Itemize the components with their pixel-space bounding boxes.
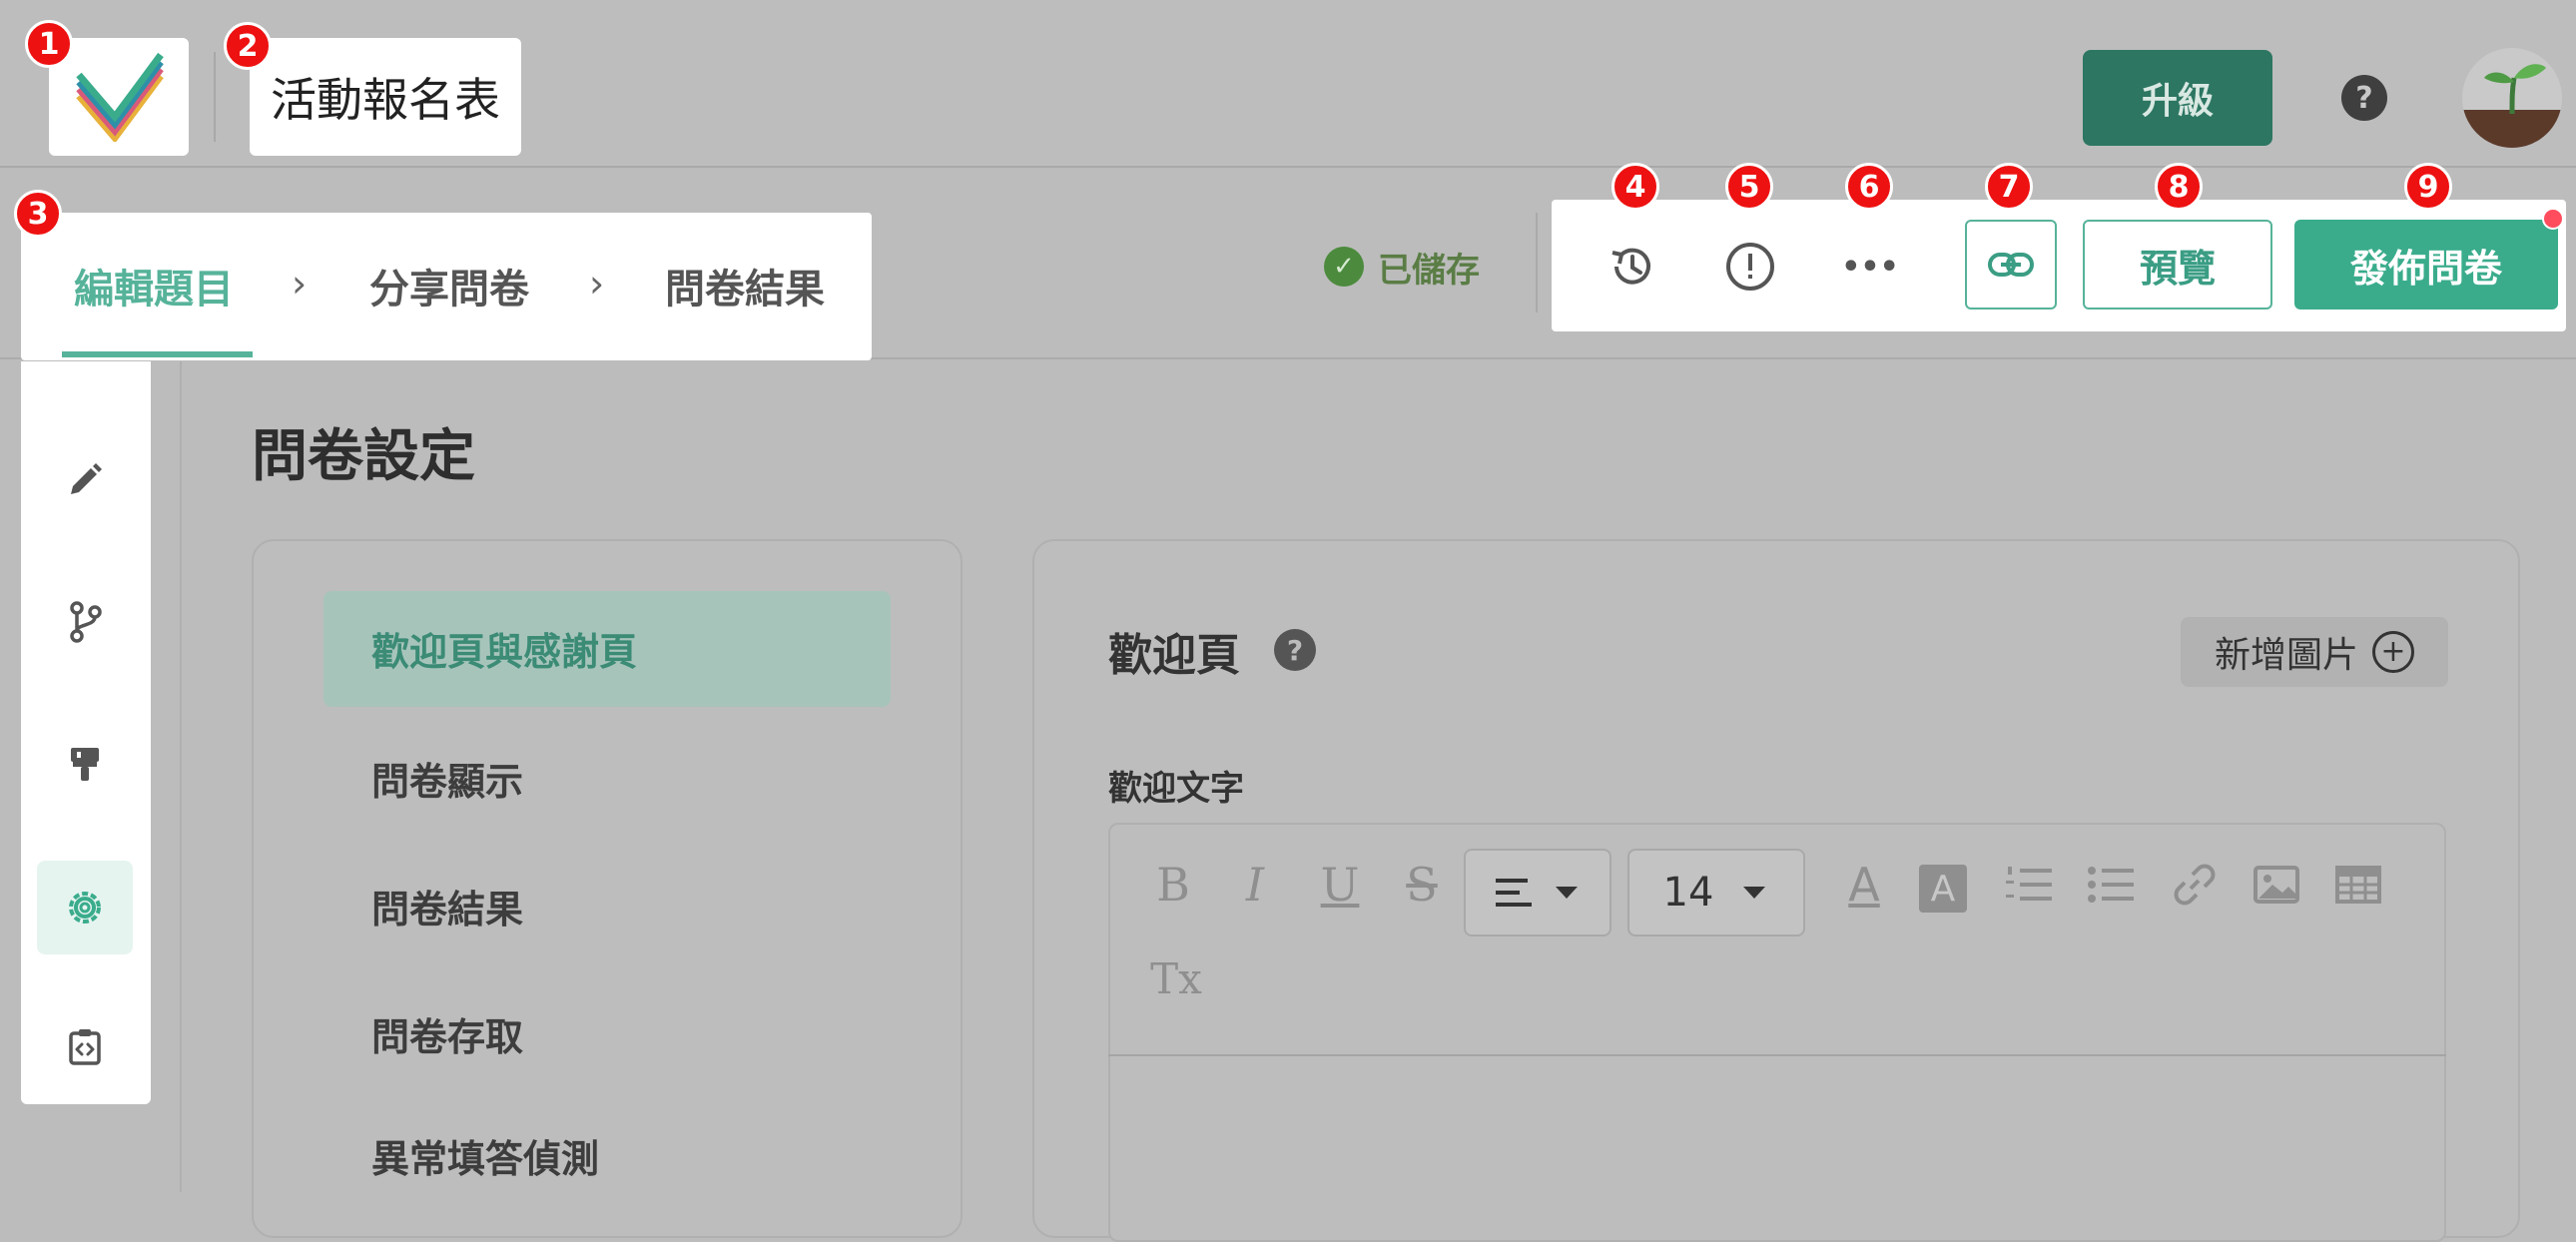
- link-icon: [2174, 864, 2216, 906]
- settings-menu-welcome-thanks[interactable]: 歡迎頁與感謝頁: [371, 621, 637, 676]
- chevron-right-icon: ›: [589, 262, 605, 306]
- annotation-badge-4: 4: [1611, 163, 1659, 211]
- underline-button[interactable]: U: [1312, 855, 1368, 915]
- bold-button[interactable]: B: [1148, 855, 1198, 915]
- insert-link-button[interactable]: [2167, 855, 2223, 915]
- bullet-list-button[interactable]: [2083, 855, 2139, 915]
- annotation-badge-3: 3: [14, 190, 62, 238]
- app-logo[interactable]: [49, 38, 189, 156]
- issues-button[interactable]: [1715, 232, 1785, 302]
- link-icon: [1988, 253, 2034, 277]
- add-image-label: 新增圖片: [2214, 635, 2358, 676]
- step-share-survey[interactable]: 分享問卷: [369, 213, 529, 357]
- pencil-icon: [71, 463, 102, 494]
- ordered-list-icon: [2006, 867, 2052, 901]
- bullet-list-icon: [2088, 867, 2134, 903]
- more-options-icon[interactable]: •••: [1835, 232, 1905, 302]
- toolbar-divider: [1536, 213, 1538, 312]
- chevron-right-icon: ›: [292, 262, 308, 306]
- table-icon: [2335, 866, 2381, 904]
- step-edit-questions[interactable]: 編輯題目: [74, 213, 234, 357]
- page-title: 問卷設定: [252, 424, 475, 489]
- upgrade-button[interactable]: 升級: [2083, 50, 2272, 146]
- sprout-avatar-icon: [2462, 64, 2562, 148]
- sidebar-item-edit[interactable]: [50, 445, 120, 515]
- settings-menu-survey-results[interactable]: 問卷結果: [371, 879, 523, 933]
- history-button[interactable]: [1598, 232, 1667, 302]
- background-color-button[interactable]: A: [1919, 865, 1967, 913]
- add-image-button[interactable]: 新增圖片 +: [2181, 617, 2448, 687]
- plus-circle-icon: +: [2372, 631, 2414, 673]
- avatar[interactable]: [2462, 48, 2562, 148]
- text-color-button[interactable]: A: [1839, 855, 1889, 915]
- caret-down-icon: [1743, 887, 1766, 899]
- help-icon[interactable]: ?: [1274, 629, 1316, 671]
- copy-link-button[interactable]: [1965, 220, 2057, 310]
- settings-menu-survey-access[interactable]: 問卷存取: [371, 1006, 523, 1061]
- font-size-select[interactable]: 14: [1627, 849, 1805, 936]
- settings-menu-survey-display[interactable]: 問卷顯示: [371, 751, 523, 806]
- paint-roller-icon: [71, 748, 99, 781]
- insert-table-button[interactable]: [2330, 855, 2386, 915]
- survey-title[interactable]: 活動報名表: [250, 38, 521, 156]
- exclamation-circle-icon: [1726, 243, 1774, 291]
- font-size-value: 14: [1662, 870, 1714, 916]
- align-left-icon: [1496, 879, 1532, 907]
- saved-status: ✓ 已儲存: [1324, 242, 1480, 292]
- active-step-underline: [62, 351, 253, 357]
- sidebar-item-logic[interactable]: [50, 587, 120, 657]
- sidebar-item-embed[interactable]: [50, 1012, 120, 1082]
- italic-button[interactable]: I: [1230, 855, 1280, 915]
- history-icon: [1611, 248, 1650, 285]
- clear-format-button[interactable]: Tx: [1146, 948, 1206, 1008]
- logo-icon: [76, 52, 164, 142]
- help-icon[interactable]: ?: [2341, 75, 2387, 121]
- preview-button[interactable]: 預覽: [2083, 220, 2272, 310]
- align-select[interactable]: [1464, 849, 1611, 936]
- insert-image-button[interactable]: [2249, 855, 2304, 915]
- annotation-badge-9: 9: [2404, 163, 2452, 211]
- saved-label: 已儲存: [1378, 250, 1480, 291]
- caret-down-icon: [1556, 887, 1578, 899]
- annotation-badge-1: 1: [25, 20, 73, 68]
- annotation-badge-7: 7: [1985, 163, 2033, 211]
- sidebar-item-theme[interactable]: [50, 729, 120, 799]
- header-divider: [214, 52, 216, 142]
- annotation-badge-5: 5: [1725, 163, 1773, 211]
- code-clipboard-icon: [69, 1029, 101, 1065]
- settings-menu-anomaly-detection[interactable]: 異常填答偵測: [371, 1128, 599, 1183]
- check-circle-icon: ✓: [1324, 247, 1364, 287]
- step-survey-results[interactable]: 問卷結果: [665, 213, 825, 357]
- welcome-page-title: 歡迎頁: [1108, 630, 1240, 681]
- ordered-list-button[interactable]: [2001, 855, 2057, 915]
- strikethrough-button[interactable]: S: [1394, 855, 1450, 915]
- branch-icon: [70, 601, 102, 643]
- notification-dot: [2542, 208, 2564, 230]
- annotation-badge-2: 2: [224, 22, 272, 70]
- sidebar-item-settings[interactable]: [50, 873, 120, 942]
- publish-button[interactable]: 發佈問卷: [2294, 220, 2558, 310]
- gear-icon: [69, 892, 101, 924]
- annotation-badge-6: 6: [1845, 163, 1893, 211]
- welcome-text-label: 歡迎文字: [1108, 769, 1244, 809]
- image-icon: [2254, 866, 2299, 904]
- annotation-badge-8: 8: [2155, 163, 2203, 211]
- editor-toolbar-divider: [1108, 1054, 2446, 1056]
